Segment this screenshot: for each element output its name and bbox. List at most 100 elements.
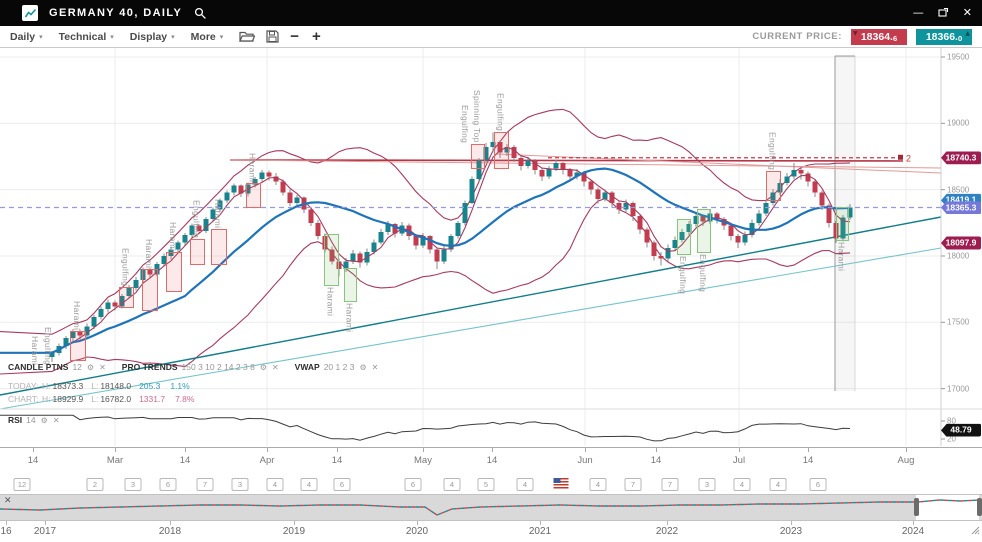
- time-tick: [337, 448, 338, 452]
- calendar-event-icon[interactable]: 4: [267, 478, 284, 491]
- calendar-event-icon[interactable]: 6: [810, 478, 827, 491]
- menu-display[interactable]: Display▾: [130, 31, 175, 43]
- legend-remove-icon[interactable]: ✕: [272, 363, 279, 372]
- high-value: 18929.9: [53, 394, 84, 404]
- calendar-event-icon[interactable]: 4: [770, 478, 787, 491]
- rsi-value-badge: 48.79: [941, 424, 981, 437]
- menu-more[interactable]: More▾: [191, 31, 224, 43]
- navigator-close-icon[interactable]: ✕: [4, 497, 12, 506]
- calendar-event-icon[interactable]: 3: [125, 478, 142, 491]
- low-label: L:: [91, 394, 98, 404]
- pattern-box-harami: [166, 252, 182, 292]
- pattern-label: Engulfing: [496, 93, 506, 131]
- navigator-right-handle[interactable]: [977, 498, 982, 516]
- legend-remove-icon[interactable]: ✕: [99, 363, 106, 372]
- calendar-event-icon[interactable]: 6: [160, 478, 177, 491]
- time-tick-label: Mar: [107, 455, 123, 466]
- pattern-box-engulfing: [677, 219, 691, 255]
- close-window-button[interactable]: ✕: [963, 8, 972, 18]
- legend-name: CANDLE PTNS: [8, 362, 68, 372]
- price-tick-label: 18500: [947, 185, 969, 194]
- menu-daily[interactable]: Daily▾: [10, 31, 43, 43]
- minimize-button[interactable]: —: [913, 8, 924, 18]
- time-tick: [423, 448, 424, 452]
- legend-remove-icon[interactable]: ✕: [372, 363, 379, 372]
- year-tick: [45, 521, 46, 525]
- legend-settings-icon[interactable]: ⚙: [87, 363, 94, 372]
- calendar-event-icon[interactable]: 4: [517, 478, 534, 491]
- zoom-out-button[interactable]: −: [290, 30, 299, 44]
- indicator-legend: CANDLE PTNS12⚙✕PRO TRENDS150 3 10 2 14 2…: [8, 362, 378, 372]
- calendar-event-icon[interactable]: 3: [699, 478, 716, 491]
- low-value: 16782.0: [100, 394, 131, 404]
- calendar-event-icon[interactable]: 6: [334, 478, 351, 491]
- save-icon[interactable]: [266, 30, 279, 43]
- zoom-in-button[interactable]: +: [312, 30, 321, 44]
- calendar-event-icon[interactable]: 4: [444, 478, 461, 491]
- resize-handle-icon[interactable]: [970, 522, 980, 540]
- time-tick-label: 14: [28, 455, 39, 466]
- us-flag-icon[interactable]: [554, 478, 569, 489]
- calendar-event-icon[interactable]: 2: [87, 478, 104, 491]
- calendar-event-icon[interactable]: 3: [232, 478, 249, 491]
- calendar-event-icon[interactable]: 7: [197, 478, 214, 491]
- pattern-label: Harami: [72, 301, 82, 330]
- menu-group: Daily▾ Technical▾ Display▾ More▾: [10, 31, 239, 43]
- pattern-label: Engulfing: [121, 248, 131, 286]
- restore-button[interactable]: [938, 7, 949, 20]
- year-tick: [294, 521, 295, 525]
- pattern-label: Harami: [345, 303, 355, 332]
- calendar-event-icon[interactable]: 4: [734, 478, 751, 491]
- stats-row-label: CHART:: [8, 394, 42, 404]
- legend-settings-icon[interactable]: ⚙: [359, 363, 366, 372]
- calendar-event-icon[interactable]: 4: [590, 478, 607, 491]
- year-tick: [667, 521, 668, 525]
- year-label: 2021: [529, 526, 551, 537]
- pattern-box-engulfing: [119, 287, 134, 308]
- symbol-title: GERMANY 40, DAILY: [49, 7, 182, 19]
- calendar-event-icon[interactable]: 6: [405, 478, 422, 491]
- time-tick: [906, 448, 907, 452]
- calendar-event-icon[interactable]: 7: [625, 478, 642, 491]
- rsi-line: [0, 415, 850, 441]
- time-tick: [492, 448, 493, 452]
- calendar-event-icon[interactable]: 12: [14, 478, 31, 491]
- rsi-remove-icon[interactable]: ✕: [53, 416, 60, 425]
- menu-technical[interactable]: Technical▾: [59, 31, 114, 43]
- navigator-left-handle[interactable]: [914, 498, 919, 516]
- year-tick: [6, 521, 7, 525]
- year-tick: [170, 521, 171, 525]
- time-tick-label: Aug: [898, 455, 915, 466]
- pattern-label: Engulfing: [192, 200, 202, 238]
- time-tick: [656, 448, 657, 452]
- pattern-label: Engulfing: [768, 132, 778, 170]
- change-value: 205.3: [139, 381, 160, 391]
- time-tick-label: Apr: [260, 455, 275, 466]
- toolbar: Daily▾Technical▾Display▾More▾ − + CURREN…: [0, 26, 982, 48]
- search-icon[interactable]: [194, 7, 207, 20]
- time-tick-label: Jul: [733, 455, 745, 466]
- stats-row-label: TODAY:: [8, 381, 42, 391]
- time-tick: [267, 448, 268, 452]
- legend-settings-icon[interactable]: ⚙: [260, 363, 267, 372]
- menu-label: Display: [130, 31, 167, 43]
- price-frac: 0: [958, 34, 962, 43]
- legend-params: 20 1 2 3: [324, 362, 355, 372]
- rsi-settings-icon[interactable]: ⚙: [41, 416, 48, 425]
- open-folder-icon[interactable]: [239, 30, 255, 43]
- year-label: 2017: [34, 526, 56, 537]
- app-logo-icon: [22, 5, 38, 21]
- price-badge: 18365.3: [941, 201, 981, 214]
- price-main: 18366.: [926, 31, 958, 43]
- high-label: H:: [42, 394, 51, 404]
- pattern-box-harami: [142, 269, 158, 311]
- bid-price-badge: ▼18364.6: [851, 29, 907, 45]
- range-navigator[interactable]: ✕: [0, 494, 982, 521]
- time-tick: [115, 448, 116, 452]
- high-label: H:: [42, 381, 51, 391]
- calendar-event-icon[interactable]: 4: [301, 478, 318, 491]
- calendar-event-icon[interactable]: 7: [662, 478, 679, 491]
- legend-params: 12: [72, 362, 81, 372]
- calendar-event-icon[interactable]: 5: [478, 478, 495, 491]
- year-label: 2022: [656, 526, 678, 537]
